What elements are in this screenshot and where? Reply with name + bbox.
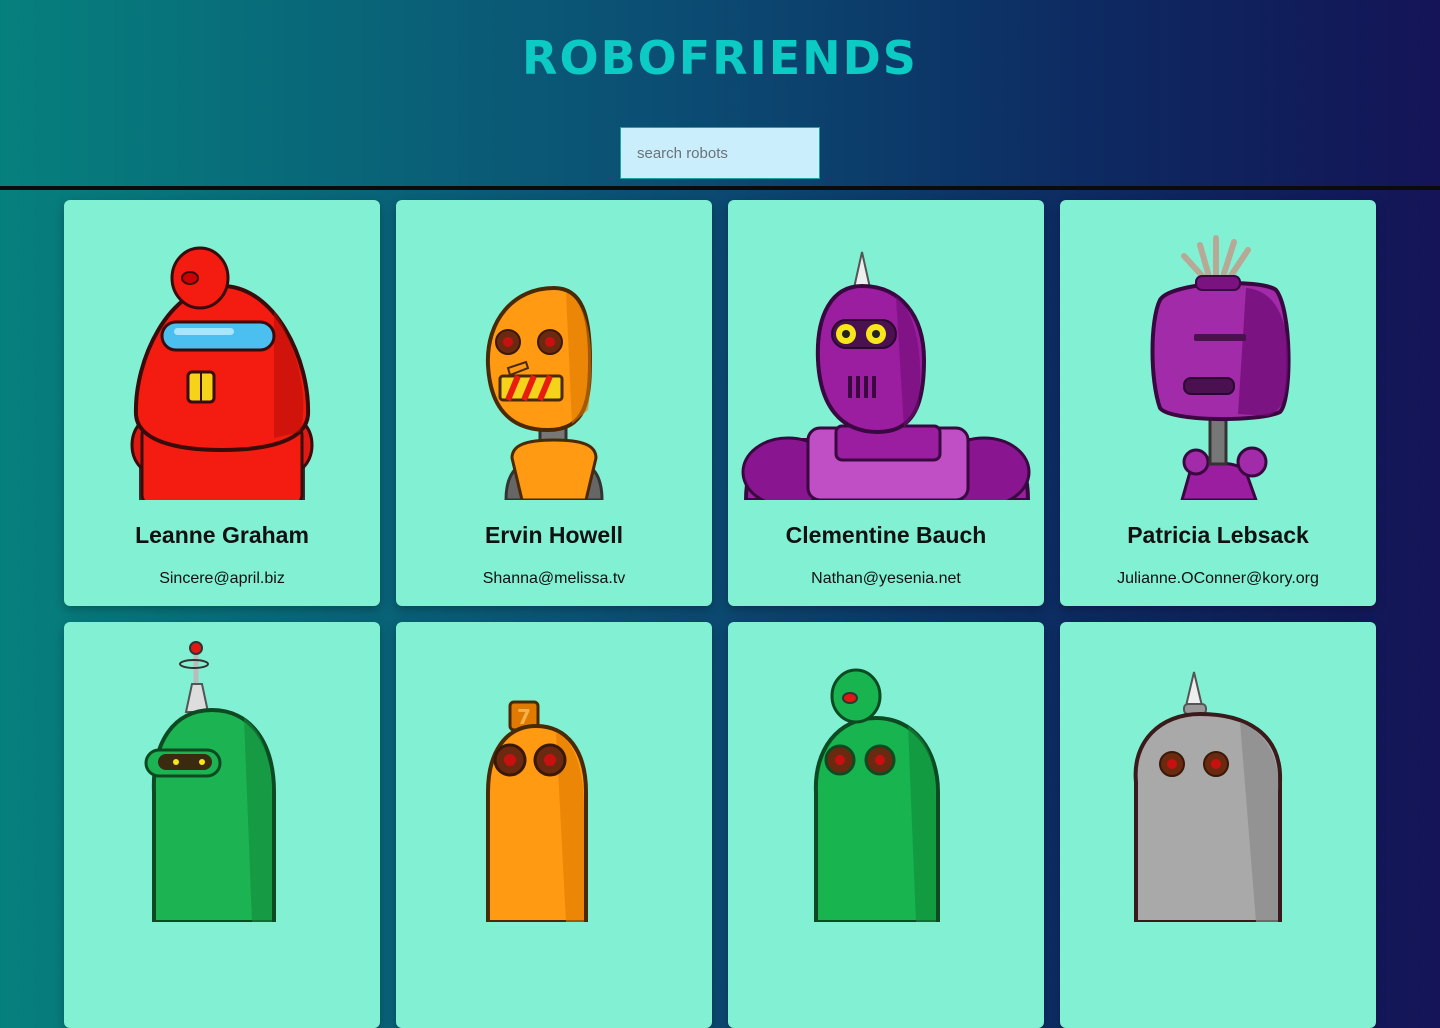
header: ROBOFRIENDS (0, 0, 1440, 186)
robot-card[interactable]: Leanne Graham Sincere@april.biz (64, 200, 380, 606)
purple-robot-avatar-icon (741, 251, 1031, 500)
robot-card[interactable]: 7 (396, 622, 712, 1028)
robot-name: Patricia Lebsack (1127, 522, 1309, 548)
green-robot-avatar-icon (813, 668, 940, 922)
orange-robot-avatar-icon (485, 285, 604, 500)
robot-card[interactable]: Clementine Bauch Nathan@yesenia.net (728, 200, 1044, 606)
robot-card[interactable] (728, 622, 1044, 1028)
robot-email: Sincere@april.biz (159, 570, 285, 587)
header-divider (0, 186, 1440, 190)
gray-robot-avatar-icon (1133, 671, 1283, 922)
robot-card[interactable] (64, 622, 380, 1028)
robot-name: Clementine Bauch (785, 522, 987, 548)
red-robot-avatar-icon (130, 246, 314, 500)
robot-email: Julianne.OConner@kory.org (1117, 570, 1319, 587)
robot-card[interactable] (1060, 622, 1376, 1028)
page-title: ROBOFRIENDS (522, 31, 918, 85)
robot-name: Leanne Graham (135, 522, 309, 548)
robot-email: Shanna@melissa.tv (482, 570, 626, 587)
robot-card[interactable]: Patricia Lebsack Julianne.OConner@kory.o… (1060, 200, 1376, 606)
search-input[interactable] (620, 127, 820, 179)
green-robot-avatar-icon (144, 641, 276, 922)
robot-email: Nathan@yesenia.net (811, 570, 961, 587)
purple-cube-robot-avatar-icon (1150, 235, 1291, 500)
robot-name: Ervin Howell (484, 522, 624, 548)
orange-robot-avatar-icon: 7 (486, 700, 588, 922)
robot-card[interactable]: Ervin Howell Shanna@melissa.tv (396, 200, 712, 606)
